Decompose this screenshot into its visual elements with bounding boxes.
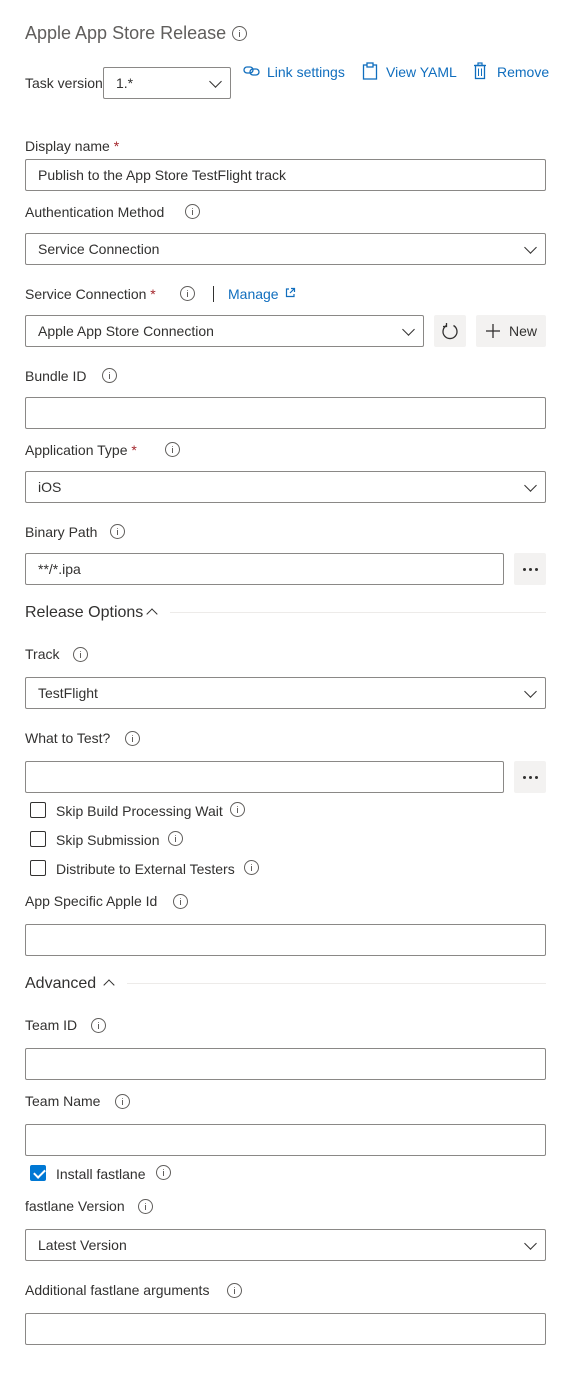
clipboard-icon[interactable] [362,62,378,80]
service-connection-select[interactable]: Apple App Store Connection [25,315,424,347]
chevron-down-icon [524,1237,537,1250]
info-icon[interactable] [185,204,200,219]
chevron-down-icon [209,75,222,88]
info-icon[interactable] [110,524,125,539]
info-icon[interactable] [180,286,195,301]
team-name-input[interactable] [25,1124,546,1156]
info-icon[interactable] [125,731,140,746]
skip-build-wait-label[interactable]: Skip Build Processing Wait [56,802,223,820]
install-fastlane-label[interactable]: Install fastlane [56,1165,146,1183]
external-link-icon[interactable] [285,287,296,298]
service-connection-label: Service Connection * [25,286,156,302]
skip-submission-label[interactable]: Skip Submission [56,831,160,849]
more-icon [523,568,526,571]
new-connection-button[interactable]: New [476,315,546,347]
bundle-id-input[interactable] [25,397,546,429]
skip-submission-checkbox[interactable] [30,831,46,847]
fastlane-version-select[interactable]: Latest Version [25,1229,546,1261]
task-version-select[interactable]: 1.* [103,67,231,99]
refresh-icon [442,323,458,340]
auth-method-label: Authentication Method [25,204,165,220]
distribute-external-label[interactable]: Distribute to External Testers [56,860,235,878]
binary-path-browse-button[interactable] [514,553,546,585]
binary-path-input[interactable]: **/*.ipa [25,553,504,585]
skip-build-wait-checkbox[interactable] [30,802,46,818]
info-icon[interactable] [91,1018,106,1033]
refresh-button[interactable] [434,315,466,347]
bundle-id-label: Bundle ID [25,368,87,384]
task-version-value: 1.* [116,75,134,91]
chevron-down-icon [524,479,537,492]
info-icon[interactable] [156,1165,171,1180]
info-icon[interactable] [232,26,247,41]
info-icon[interactable] [244,860,259,875]
info-icon[interactable] [230,802,245,817]
section-divider [127,983,546,984]
track-label: Track [25,646,60,662]
advanced-heading[interactable]: Advanced [25,974,96,994]
team-id-input[interactable] [25,1048,546,1080]
chevron-down-icon [524,685,537,698]
auth-method-select[interactable]: Service Connection [25,233,546,265]
team-name-label: Team Name [25,1093,101,1109]
app-specific-id-input[interactable] [25,924,546,956]
display-name-label: Display name * [25,138,120,154]
more-icon [523,776,526,779]
trash-icon[interactable] [473,62,487,80]
manage-link[interactable]: Manage [228,285,279,303]
plus-icon [486,324,500,338]
link-icon[interactable] [243,64,261,78]
section-divider [170,612,546,613]
info-icon[interactable] [165,442,180,457]
chevron-down-icon [402,323,415,336]
what-to-test-browse-button[interactable] [514,761,546,793]
fastlane-version-label: fastlane Version [25,1198,125,1214]
divider [213,286,214,302]
chevron-up-icon[interactable] [103,979,115,991]
remove-link[interactable]: Remove [497,63,549,81]
info-icon[interactable] [227,1283,242,1298]
display-name-input[interactable]: Publish to the App Store TestFlight trac… [25,159,546,191]
chevron-down-icon [524,241,537,254]
distribute-external-checkbox[interactable] [30,860,46,876]
info-icon[interactable] [115,1094,130,1109]
what-to-test-label: What to Test? [25,730,111,746]
chevron-up-icon[interactable] [146,608,158,620]
new-button-label: New [509,323,538,339]
additional-args-label: Additional fastlane arguments [25,1282,210,1298]
binary-path-label: Binary Path [25,524,98,540]
release-options-heading[interactable]: Release Options [25,603,143,623]
install-fastlane-checkbox[interactable] [30,1165,46,1181]
page-title: Apple App Store Release [25,23,227,43]
what-to-test-input[interactable] [25,761,504,793]
track-select[interactable]: TestFlight [25,677,546,709]
app-type-select[interactable]: iOS [25,471,546,503]
info-icon[interactable] [173,894,188,909]
info-icon[interactable] [102,368,117,383]
view-yaml-link[interactable]: View YAML [386,63,457,81]
task-version-label: Task version [25,75,103,91]
info-icon[interactable] [138,1199,153,1214]
info-icon[interactable] [168,831,183,846]
link-settings-link[interactable]: Link settings [267,63,345,81]
app-specific-id-label: App Specific Apple Id [25,893,158,909]
app-type-label: Application Type * [25,442,137,458]
team-id-label: Team ID [25,1017,78,1033]
info-icon[interactable] [73,647,88,662]
additional-args-input[interactable] [25,1313,546,1345]
